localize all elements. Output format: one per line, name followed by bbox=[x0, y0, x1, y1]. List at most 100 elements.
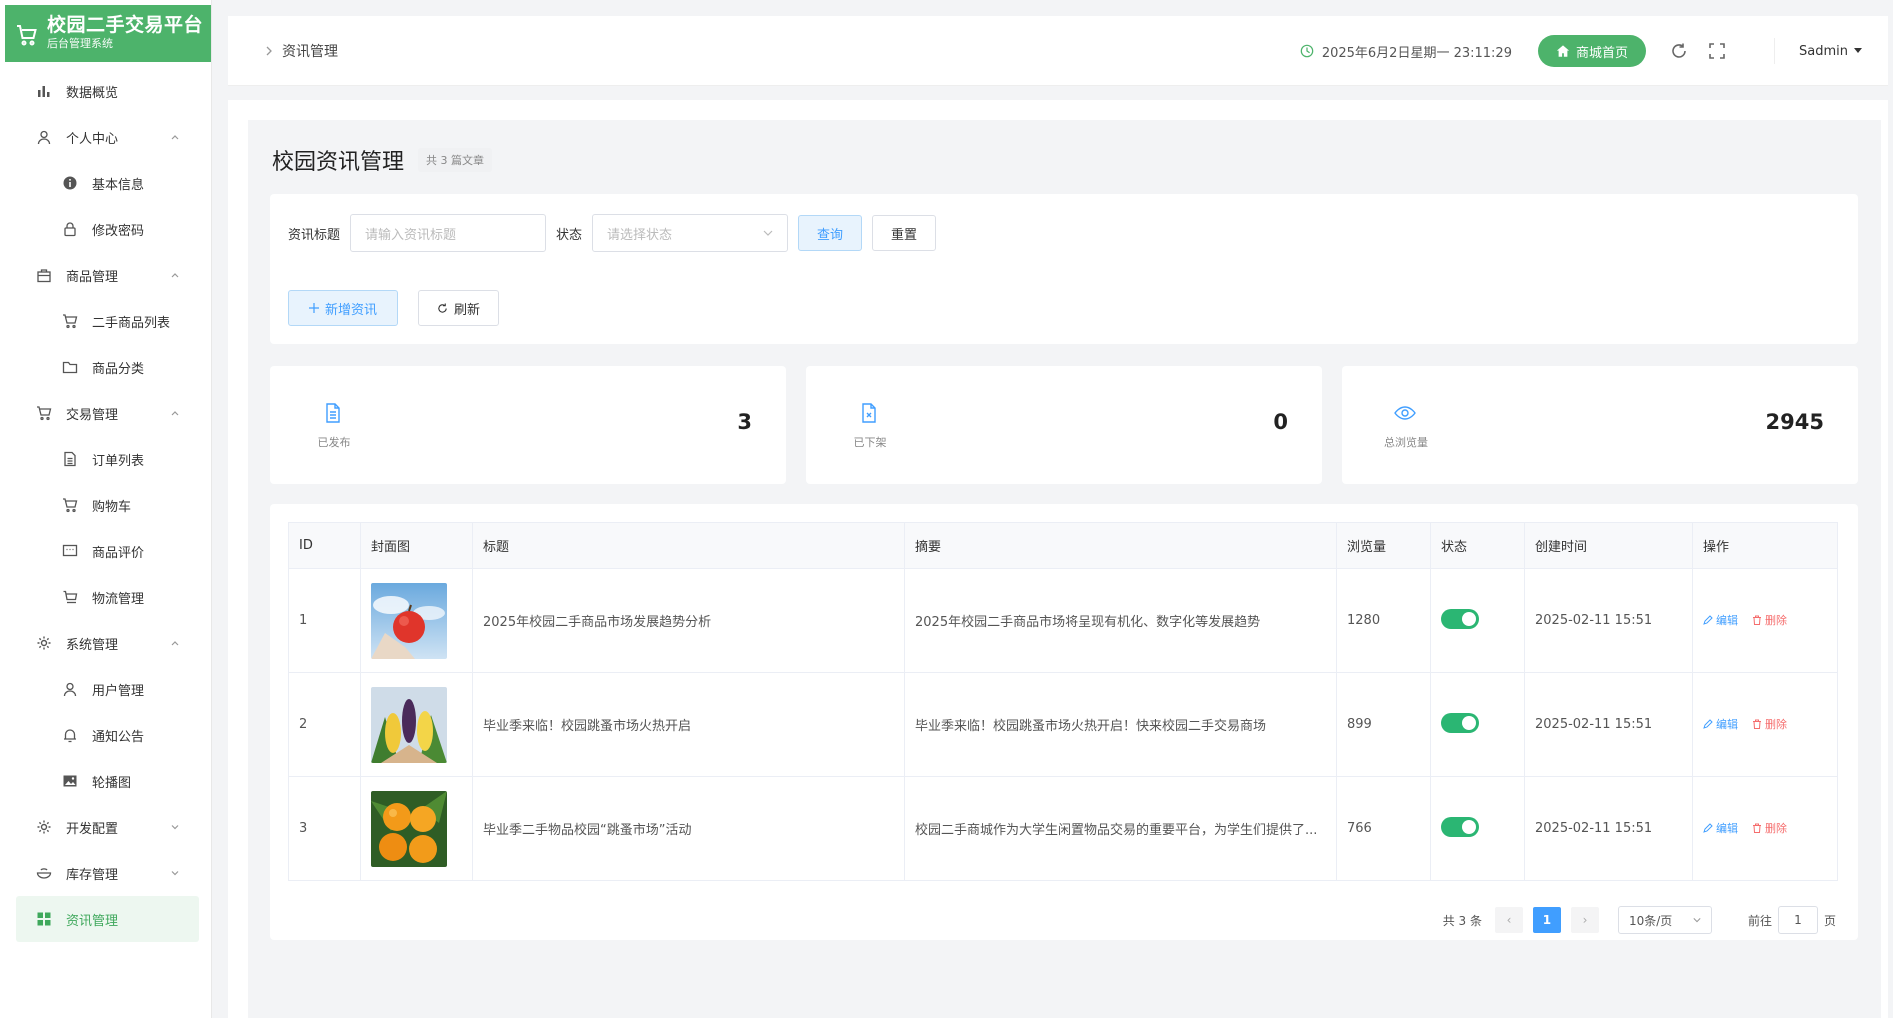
goto-page-input[interactable]: 1 bbox=[1777, 906, 1818, 934]
sidebar-item-1[interactable]: 个人中心 bbox=[0, 114, 211, 160]
cart-icon bbox=[62, 497, 78, 513]
chevron-down-icon[interactable] bbox=[169, 867, 181, 879]
sidebar-item-13[interactable]: 用户管理 bbox=[0, 666, 211, 712]
document-icon bbox=[326, 403, 340, 423]
cell-created: 2025-02-11 15:51 bbox=[1524, 672, 1693, 777]
sidebar-item-15[interactable]: 轮播图 bbox=[0, 758, 211, 804]
sidebar-item-16[interactable]: 开发配置 bbox=[0, 804, 211, 850]
trash-icon bbox=[1753, 615, 1761, 625]
sidebar-item-label: 商品分类 bbox=[92, 361, 145, 377]
table-row: 2 毕业季来临！校园跳蚤市场火热开启 毕业季来临！校园跳蚤市场火热开启！快来校园二手… bbox=[288, 672, 1838, 777]
prev-page-button[interactable]: ‹ bbox=[1494, 907, 1523, 933]
sidebar-item-12[interactable]: 系统管理 bbox=[0, 620, 211, 666]
chevron-up-icon[interactable] bbox=[169, 269, 181, 281]
edit-button[interactable]: 编辑 bbox=[1703, 716, 1738, 732]
status-select[interactable]: 请选择状态 bbox=[592, 214, 789, 252]
folder-icon bbox=[62, 359, 78, 375]
stat-card-published: 已发布 3 bbox=[270, 366, 786, 484]
sidebar-item-10[interactable]: 商品评价 bbox=[0, 528, 211, 574]
col-header: 标题 bbox=[472, 522, 905, 569]
chevron-up-icon[interactable] bbox=[169, 407, 181, 419]
sidebar-item-label: 开发配置 bbox=[66, 821, 119, 837]
cell-actions: 编辑 删除 bbox=[1692, 672, 1838, 777]
sidebar-item-5[interactable]: 二手商品列表 bbox=[0, 298, 211, 344]
eye-icon bbox=[1394, 406, 1416, 420]
user-menu[interactable]: Sadmin bbox=[1799, 44, 1862, 59]
comment-icon bbox=[62, 543, 78, 559]
news-table-card: ID 封面图 标题 摘要 浏览量 状态 创建时间 操作 1 2025年校园二手商品… bbox=[270, 504, 1858, 940]
sidebar-item-2[interactable]: 基本信息 bbox=[0, 160, 211, 206]
reset-button[interactable]: 重置 bbox=[872, 215, 937, 251]
truck-icon bbox=[62, 589, 78, 605]
chevron-down-icon[interactable] bbox=[169, 821, 181, 833]
col-header: ID bbox=[288, 522, 361, 569]
page-number-button[interactable]: 1 bbox=[1532, 907, 1561, 933]
title-filter-label: 资讯标题 bbox=[288, 227, 341, 243]
next-page-button[interactable]: › bbox=[1570, 907, 1599, 933]
sidebar-item-4[interactable]: 商品管理 bbox=[0, 252, 211, 298]
sidebar-item-17[interactable]: 库存管理 bbox=[0, 850, 211, 896]
cell-actions: 编辑 删除 bbox=[1692, 568, 1838, 673]
trash-icon bbox=[1753, 719, 1761, 729]
sidebar-item-6[interactable]: 商品分类 bbox=[0, 344, 211, 390]
title-search-input[interactable]: 请输入资讯标题 bbox=[350, 214, 547, 252]
delete-button[interactable]: 删除 bbox=[1752, 612, 1787, 628]
cover-image bbox=[371, 582, 472, 659]
query-button[interactable]: 查询 bbox=[798, 215, 863, 251]
status-toggle[interactable] bbox=[1441, 608, 1479, 629]
refresh-icon[interactable] bbox=[1670, 42, 1688, 60]
chevron-down-icon bbox=[763, 230, 773, 236]
table-row: 3 毕业季二手物品校园“跳蚤市场”活动 校园二手商城作为大学生闲置物品交易的重要平台… bbox=[288, 776, 1838, 881]
datetime-display: 2025年6月2日星期一 23:11:29 bbox=[1300, 42, 1512, 61]
edit-button[interactable]: 编辑 bbox=[1703, 820, 1738, 836]
caret-down-icon bbox=[1854, 48, 1862, 53]
sidebar-item-14[interactable]: 通知公告 bbox=[0, 712, 211, 758]
page-size-select[interactable]: 10条/页 bbox=[1617, 906, 1712, 934]
cell-title: 毕业季二手物品校园“跳蚤市场”活动 bbox=[472, 776, 905, 881]
cell-status bbox=[1430, 776, 1525, 881]
cell-title: 毕业季来临！校园跳蚤市场火热开启 bbox=[472, 672, 905, 777]
app-logo[interactable]: 校园二手交易平台 后台管理系统 bbox=[5, 5, 211, 62]
sidebar-item-0[interactable]: 数据概览 bbox=[0, 68, 211, 114]
status-toggle[interactable] bbox=[1441, 712, 1479, 733]
breadcrumb-current[interactable]: 资讯管理 bbox=[282, 41, 338, 61]
status-toggle[interactable] bbox=[1441, 816, 1479, 837]
plus-icon bbox=[309, 303, 319, 313]
sidebar-item-3[interactable]: 修改密码 bbox=[0, 206, 211, 252]
page-header: 校园资讯管理 共 3 篇文章 bbox=[272, 144, 493, 176]
refresh-button[interactable]: 刷新 bbox=[418, 290, 500, 326]
stat-value: 0 bbox=[1273, 410, 1288, 434]
filter-card: 资讯标题 请输入资讯标题 状态 请选择状态 查询 重置 新增资讯 刷新 bbox=[270, 194, 1858, 344]
sidebar-item-label: 商品评价 bbox=[92, 545, 145, 561]
document-x-icon bbox=[862, 403, 876, 423]
col-header: 浏览量 bbox=[1336, 522, 1431, 569]
header-divider bbox=[1774, 38, 1775, 64]
sidebar-item-8[interactable]: 订单列表 bbox=[0, 436, 211, 482]
edit-button[interactable]: 编辑 bbox=[1703, 612, 1738, 628]
delete-button[interactable]: 删除 bbox=[1752, 716, 1787, 732]
cell-summary: 2025年校园二手商品市场将呈现有机化、数字化等发展趋势 bbox=[904, 568, 1337, 673]
home-icon bbox=[1556, 45, 1570, 57]
sidebar-item-18[interactable]: 资讯管理 bbox=[16, 896, 199, 942]
store-home-button[interactable]: 商城首页 bbox=[1537, 35, 1646, 67]
stat-card-offline: 已下架 0 bbox=[806, 366, 1322, 484]
col-header: 创建时间 bbox=[1524, 522, 1693, 569]
sidebar-item-7[interactable]: 交易管理 bbox=[0, 390, 211, 436]
cell-cover bbox=[360, 568, 473, 673]
sidebar-item-11[interactable]: 物流管理 bbox=[0, 574, 211, 620]
delete-button[interactable]: 删除 bbox=[1752, 820, 1787, 836]
clock-icon bbox=[1300, 44, 1314, 58]
cart-icon bbox=[62, 313, 78, 329]
stat-value: 3 bbox=[737, 410, 752, 434]
cell-views: 766 bbox=[1336, 776, 1431, 881]
add-news-button[interactable]: 新增资讯 bbox=[288, 290, 399, 326]
main-area: 校园资讯管理 共 3 篇文章 资讯标题 请输入资讯标题 状态 请选择状态 查询 … bbox=[228, 100, 1888, 1018]
cell-summary: 毕业季来临！校园跳蚤市场火热开启！快来校园二手交易商场 bbox=[904, 672, 1337, 777]
fullscreen-icon[interactable] bbox=[1708, 42, 1726, 60]
cart-icon bbox=[17, 25, 37, 46]
cell-cover bbox=[360, 672, 473, 777]
chevron-up-icon[interactable] bbox=[169, 131, 181, 143]
cell-views: 1280 bbox=[1336, 568, 1431, 673]
chevron-up-icon[interactable] bbox=[169, 637, 181, 649]
sidebar-item-9[interactable]: 购物车 bbox=[0, 482, 211, 528]
